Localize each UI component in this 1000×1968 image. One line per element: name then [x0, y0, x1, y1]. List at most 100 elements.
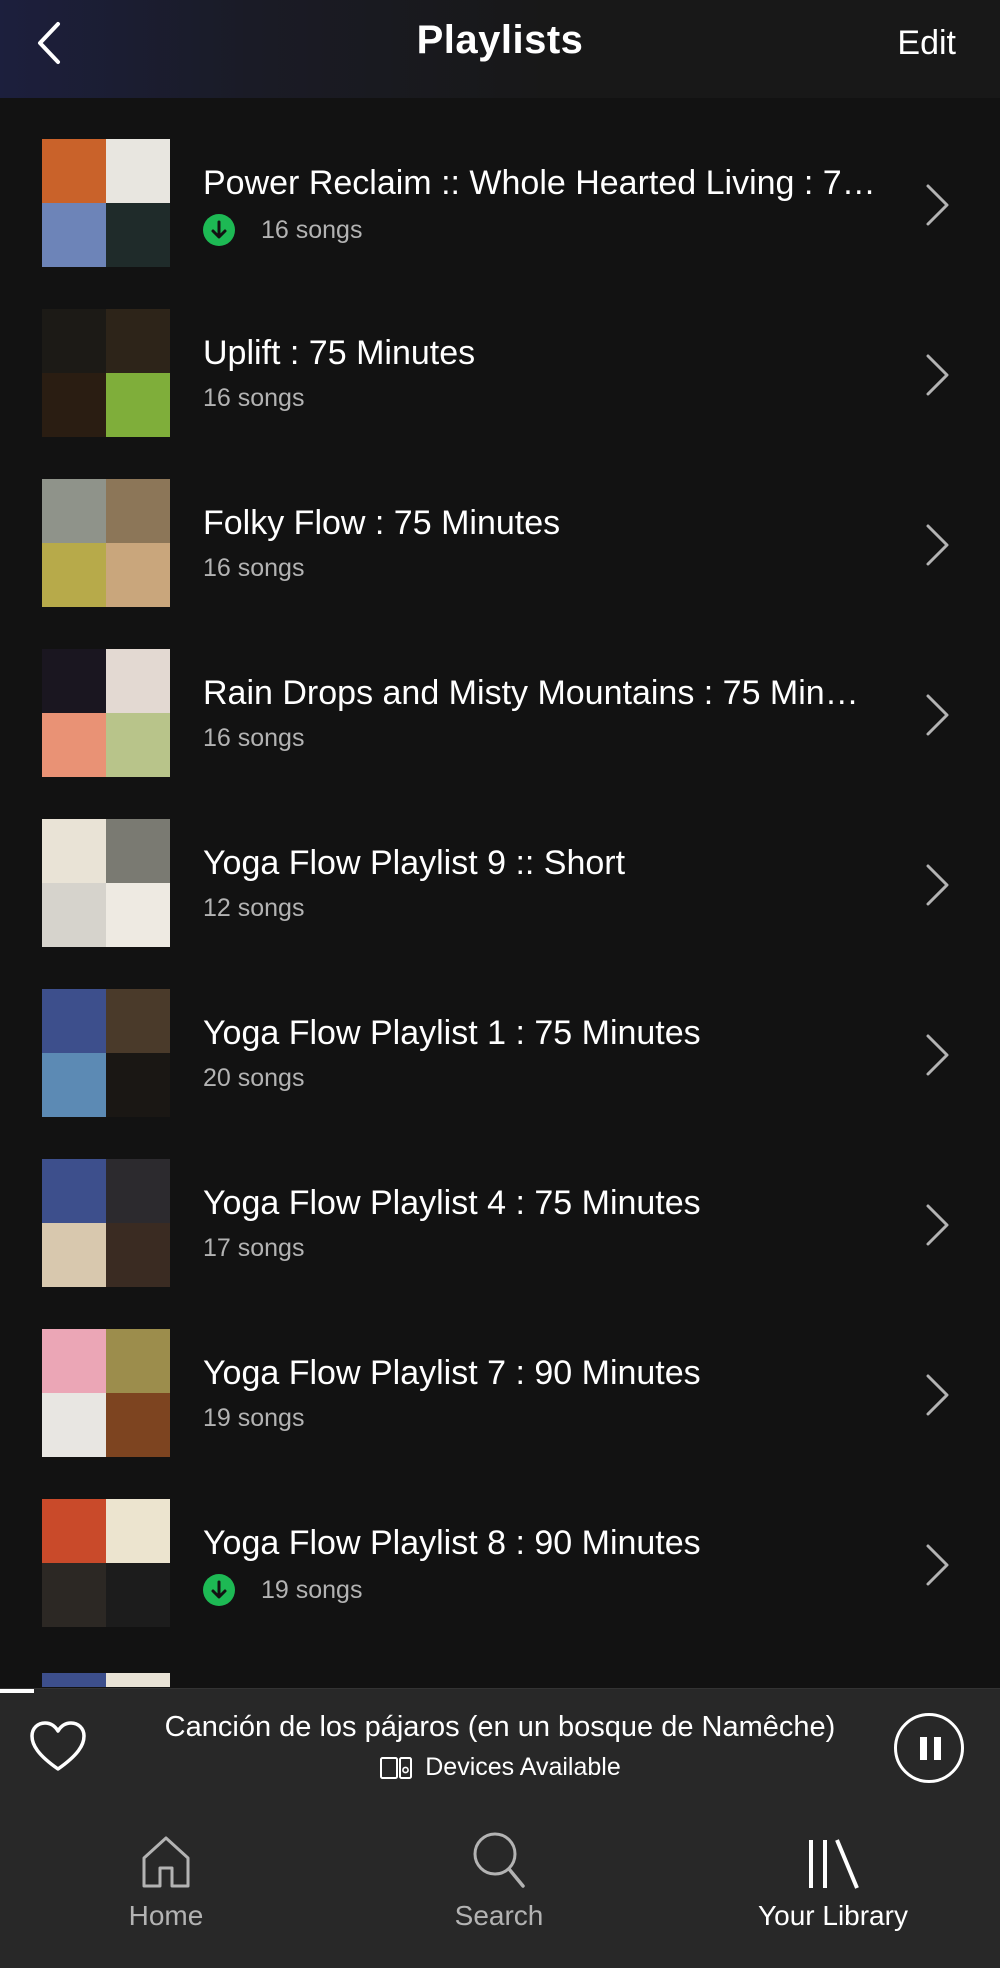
tab-label: Home: [128, 1900, 204, 1931]
cover-tile: [106, 1329, 170, 1393]
devices-label: Devices Available: [425, 1753, 621, 1781]
edit-button[interactable]: Edit: [897, 24, 956, 63]
playlist-cover: [42, 309, 170, 437]
cover-tile: [106, 203, 170, 267]
playlist-row[interactable]: Rain Drops and Misty Mountains : 75 Min……: [0, 608, 1000, 778]
cover-tile: [42, 883, 106, 947]
cover-tile: [42, 139, 106, 203]
playlist-row[interactable]: Folky Flow : 75 Minutes 16 songs: [0, 438, 1000, 608]
chevron-right-icon: [926, 1034, 949, 1076]
playlist-meta: 16 songs: [203, 724, 304, 753]
playlist-cover: [42, 819, 170, 947]
playlist-meta: 16 songs: [203, 554, 304, 583]
playlist-cover: [42, 989, 170, 1117]
chevron-right-icon: [926, 694, 949, 736]
song-count: 19 songs: [261, 1575, 363, 1604]
cover-tile: [42, 479, 106, 543]
cover-tile: [106, 309, 170, 373]
playlist-cover: [42, 479, 170, 607]
playlist-title: Yoga Flow Playlist 8 : 90 Minutes: [203, 1524, 701, 1562]
cover-tile: [42, 1393, 106, 1457]
playlist-cover: [42, 139, 170, 267]
song-count: 12 songs: [203, 894, 305, 922]
song-count: 16 songs: [203, 384, 305, 412]
cover-tile: [42, 543, 106, 607]
cover-tile: [42, 819, 106, 883]
home-icon: [142, 1836, 190, 1888]
chevron-right-icon: [926, 354, 949, 396]
downloaded-icon: [203, 214, 235, 246]
playlist-title: Yoga Flow Playlist 4 : 75 Minutes: [203, 1184, 701, 1222]
chevron-right-icon: [926, 1204, 949, 1246]
chevron-right-icon: [926, 1374, 949, 1416]
downloaded-icon: [203, 1574, 235, 1606]
playlist-title: Folky Flow : 75 Minutes: [203, 504, 561, 542]
playlist-meta: 20 songs: [203, 1064, 304, 1093]
cover-tile: [106, 1499, 170, 1563]
devices-icon: [380, 1756, 413, 1779]
pause-icon: [920, 1737, 927, 1760]
playlist-meta: 16 songs: [203, 214, 362, 246]
playlist-title: Yoga Flow Playlist 1 : 75 Minutes: [203, 1014, 701, 1052]
song-count: 19 songs: [203, 1404, 305, 1432]
cover-tile: [106, 883, 170, 947]
playlist-row[interactable]: Yoga Flow Playlist 1 : 75 Minutes 20 son…: [0, 948, 1000, 1118]
cover-tile: [106, 649, 170, 713]
playlist-row[interactable]: Power Reclaim :: Whole Hearted Living : …: [0, 98, 1000, 268]
cover-tile: [106, 373, 170, 437]
tab-home[interactable]: Home: [66, 1824, 266, 1932]
tab-your-library[interactable]: Your Library: [733, 1824, 933, 1932]
cover-tile: [106, 543, 170, 607]
playlist-cover: [42, 1499, 170, 1627]
cover-tile: [106, 139, 170, 203]
playlist-meta: 19 songs: [203, 1574, 362, 1606]
song-count: 20 songs: [203, 1064, 305, 1092]
cover-tile: [42, 1159, 106, 1223]
playlist-row[interactable]: Uplift : 75 Minutes 16 songs: [0, 268, 1000, 438]
cover-tile: [42, 1329, 106, 1393]
pause-button[interactable]: [894, 1713, 964, 1783]
track-title: Canción de los pájaros (en un bosque de …: [164, 1711, 836, 1743]
cover-tile: [42, 1673, 106, 1687]
playlist-row[interactable]: Yoga Flow Playlist 9 :: Short 12 songs: [0, 778, 1000, 948]
tab-label: Search: [454, 1900, 544, 1931]
song-count: 16 songs: [203, 724, 305, 752]
playlist-meta: 17 songs: [203, 1234, 304, 1263]
playlist-row[interactable]: Yoga Flow Playlist 4 : 75 Minutes 17 son…: [0, 1118, 1000, 1288]
playlist-cover-partial: [42, 1673, 170, 1687]
tab-bar: Home Search Your Library: [0, 1806, 1000, 1968]
cover-tile: [106, 819, 170, 883]
cover-tile: [42, 373, 106, 437]
playback-progress: [0, 1689, 34, 1693]
playlist-row[interactable]: Yoga Flow Playlist 7 : 90 Minutes 19 son…: [0, 1288, 1000, 1458]
song-count: 16 songs: [261, 215, 363, 244]
playlist-meta: 19 songs: [203, 1404, 304, 1433]
cover-tile: [42, 1499, 106, 1563]
search-icon: [473, 1832, 525, 1888]
cover-tile: [42, 989, 106, 1053]
top-header: Playlists Edit: [0, 0, 1000, 98]
playlist-title: Yoga Flow Playlist 9 :: Short: [203, 844, 626, 882]
playlist-title: Uplift : 75 Minutes: [203, 334, 476, 372]
cover-tile: [42, 713, 106, 777]
playlist-cover: [42, 1329, 170, 1457]
tab-search[interactable]: Search: [399, 1824, 599, 1932]
cover-tile: [42, 203, 106, 267]
chevron-right-icon: [926, 524, 949, 566]
song-count: 16 songs: [203, 554, 305, 582]
mini-player[interactable]: Canción de los pájaros (en un bosque de …: [0, 1688, 1000, 1807]
cover-tile: [106, 1159, 170, 1223]
playlist-list: Power Reclaim :: Whole Hearted Living : …: [0, 98, 1000, 1628]
playlist-title: Rain Drops and Misty Mountains : 75 Min…: [203, 674, 859, 712]
playlist-cover: [42, 1159, 170, 1287]
library-icon: [809, 1839, 859, 1889]
playlist-meta: 16 songs: [203, 384, 304, 413]
cover-tile: [42, 309, 106, 373]
cover-tile: [106, 1563, 170, 1627]
playlist-row[interactable]: Yoga Flow Playlist 8 : 90 Minutes 19 son…: [0, 1458, 1000, 1628]
devices-available[interactable]: Devices Available: [0, 1753, 1000, 1782]
tab-label: Your Library: [758, 1900, 908, 1931]
page-title: Playlists: [416, 18, 584, 62]
chevron-right-icon: [926, 184, 949, 226]
chevron-right-icon: [926, 864, 949, 906]
